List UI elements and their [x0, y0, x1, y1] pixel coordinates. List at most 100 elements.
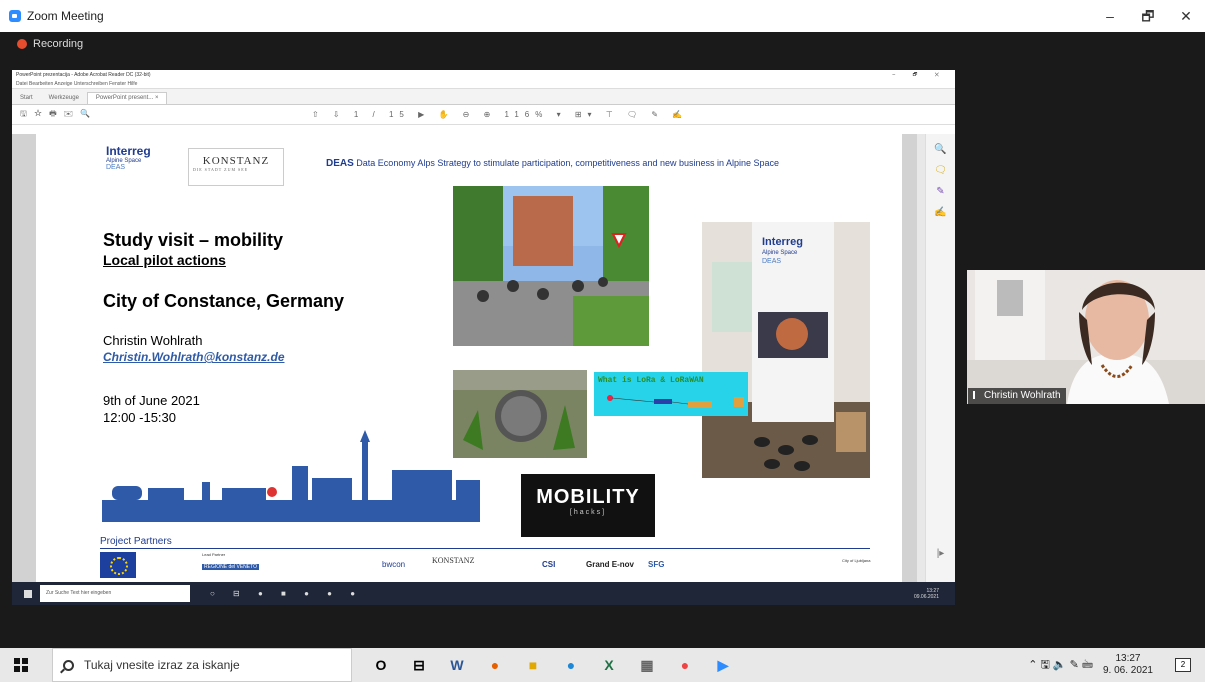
excel-icon[interactable]: X — [590, 648, 628, 682]
tab-start: Start — [20, 95, 33, 101]
shared-clock: 13:27 09.06.2021 — [914, 588, 939, 600]
acrobat-toolbar-nav: ⇧ ⇩ 1 / 15 ▶ ✋ ⊖ ⊕ 116% ▾ ⊞▾ ⊤ 🗨 ✎ ✍ — [312, 110, 689, 119]
mobility-sub-text: [hacks] — [569, 509, 607, 516]
deas-small-text: DEAS — [106, 164, 126, 171]
zoom-app-icon[interactable]: ▶ — [704, 648, 742, 682]
banner-deas: DEAS — [762, 258, 782, 265]
sign-tool-icon: ✍ — [934, 207, 947, 218]
partner-logo-ljubljana: City of Ljubljana — [842, 558, 871, 563]
city-skyline-illustration — [102, 430, 480, 522]
zoom-title-bar: Zoom Meeting – 🗗 ✕ — [0, 0, 1205, 32]
windows-taskbar: Tukaj vnesite izraz za iskanje O ⊟ W ● ■… — [0, 648, 1205, 682]
presentation-slide: Interreg Alpine Space DEAS KONSTANZ DIE … — [36, 134, 902, 582]
document-area: Interreg Alpine Space DEAS KONSTANZ DIE … — [12, 134, 955, 582]
partner-logo-csi: CSI — [542, 560, 556, 569]
notification-center-icon[interactable]: 2 — [1175, 658, 1191, 672]
edit-tool-icon: ✎ — [936, 186, 945, 197]
system-tray: ⌃ 🖫 🔈 ✎ 🖮 13:27 9. 06. 2021 — [1028, 648, 1153, 682]
taskbar-time: 13:27 — [1115, 653, 1141, 664]
presenter-name: Christin Wohlrath — [103, 333, 203, 348]
close-button[interactable]: ✕ — [1167, 0, 1205, 32]
recording-indicator[interactable]: Recording — [0, 32, 1205, 56]
partner-logo-grand-enov: Grand E-nov — [586, 560, 635, 569]
slide-title: Study visit – mobility — [103, 230, 284, 250]
event-date: 9th of June 2021 — [103, 393, 200, 408]
signal-bars-icon — [973, 391, 981, 399]
task-view-icon[interactable]: ⊟ — [400, 648, 438, 682]
partner-logo-veneto: REGIONE del VENETO — [202, 564, 259, 570]
document-scrollbar[interactable] — [917, 134, 925, 582]
acrobat-window-controls: – 🗗 ✕ — [892, 72, 947, 78]
shared-windows-icon — [23, 588, 33, 599]
minimize-button[interactable]: – — [1091, 0, 1129, 32]
acrobat-title-bar: PowerPoint prezentacija - Adobe Acrobat … — [12, 70, 955, 80]
lead-partner-label: Lead Partner — [202, 552, 226, 557]
acrobat-menu-bar: Datei Bearbeiten Anzeige Unterschreiben … — [12, 80, 955, 89]
lora-diagram: What is LoRa & LoRaWAN — [594, 372, 748, 416]
presenter-email: Christin.Wohlrath@konstanz.de — [103, 350, 285, 364]
shared-date: 09.06.2021 — [913, 593, 939, 600]
cortana-icon[interactable]: O — [362, 648, 400, 682]
deas-header: DEAS Data Economy Alps Strategy to stimu… — [326, 158, 779, 169]
participant-name-tag: Christin Wohlrath — [968, 388, 1066, 404]
cyclists-photo — [453, 186, 649, 346]
expand-panel-icon: |▸ — [936, 548, 945, 559]
shared-taskbar: Zur Suche Text hier eingeben ○ ⊟ ● ■ ● ●… — [12, 582, 955, 605]
participant-video[interactable] — [967, 270, 1205, 404]
chrome-icon[interactable]: ● — [666, 648, 704, 682]
zoom-logo-icon — [9, 10, 21, 22]
partner-logo-konstanz: KONSTANZ — [432, 556, 475, 565]
edge-icon[interactable]: ● — [552, 648, 590, 682]
taskbar-date: 9. 06. 2021 — [1102, 665, 1153, 676]
participant-name: Christin Wohlrath — [984, 390, 1061, 401]
exhibition-photo: Interreg Alpine Space DEAS — [702, 222, 870, 478]
taskbar-apps: O ⊟ W ● ■ ● X ▦ ● ▶ — [362, 648, 742, 682]
file-explorer-icon[interactable]: ■ — [514, 648, 552, 682]
konstanz-logo: KONSTANZ DIE STADT ZUM SEE — [188, 148, 284, 186]
partner-logo-sfg: SFG — [648, 560, 665, 569]
acrobat-toolbar-left: 🖫☆🖶✉🔍 — [20, 108, 97, 118]
konstanz-text: KONSTANZ — [202, 155, 270, 167]
slide-subtitle: Local pilot actions — [103, 252, 226, 268]
banner-alpine: Alpine Space — [762, 250, 798, 256]
tray-icons[interactable]: ⌃ 🖫 🔈 ✎ 🖮 — [1028, 656, 1093, 675]
shared-taskbar-apps: ○ ⊟ ● ■ ● ● ● — [210, 589, 364, 598]
mobility-main-text: MOBILITY — [536, 486, 640, 508]
windows-start-icon[interactable] — [14, 658, 28, 672]
taskbar-clock[interactable]: 13:27 9. 06. 2021 — [1103, 653, 1153, 677]
taskbar-search[interactable]: Tukaj vnesite izraz za iskanje — [52, 648, 352, 682]
mobility-hacks-logo: MOBILITY [hacks] — [521, 474, 655, 537]
firefox-icon[interactable]: ● — [476, 648, 514, 682]
interreg-logo: Interreg Alpine Space DEAS — [106, 144, 186, 184]
event-time: 12:00 -15:30 — [103, 410, 177, 425]
deas-description: Data Economy Alps Strategy to stimulate … — [353, 158, 780, 168]
zoom-tool-icon: 🔍 — [934, 144, 947, 155]
slide-city: City of Constance, Germany — [103, 291, 345, 311]
shared-screen: PowerPoint prezentacija - Adobe Acrobat … — [12, 70, 955, 605]
acrobat-toolbar: 🖫☆🖶✉🔍 ⇧ ⇩ 1 / 15 ▶ ✋ ⊖ ⊕ 116% ▾ ⊞▾ ⊤ 🗨 ✎… — [12, 105, 955, 125]
recording-label: Recording — [33, 38, 84, 50]
interreg-text: Interreg — [106, 144, 151, 158]
partner-logos: Lead Partner REGIONE del VENETO bwcon KO… — [202, 552, 882, 580]
acrobat-title: PowerPoint prezentacija - Adobe Acrobat … — [16, 72, 151, 78]
acrobat-right-sidebar: 🔍 🗨 ✎ ✍ |▸ — [925, 134, 955, 582]
eu-flag-icon — [100, 552, 136, 578]
deas-bold: DEAS — [326, 158, 354, 169]
project-partners-label: Project Partners — [100, 536, 172, 547]
restore-button[interactable]: 🗗 — [1129, 0, 1167, 32]
photos-icon[interactable]: ▦ — [628, 648, 666, 682]
tab-document: PowerPoint present... × — [86, 92, 168, 104]
acrobat-tabs: Start Werkzeuge PowerPoint present... × — [12, 89, 955, 105]
comment-tool-icon: 🗨 — [934, 165, 947, 176]
banner-interreg: Interreg — [762, 236, 803, 248]
tab-werkzeuge: Werkzeuge — [48, 95, 79, 101]
konstanz-sub-text: DIE STADT ZUM SEE — [193, 167, 249, 172]
word-icon[interactable]: W — [438, 648, 476, 682]
taskbar-search-placeholder: Tukaj vnesite izraz za iskanje — [84, 658, 240, 672]
partners-divider — [100, 548, 870, 549]
search-icon — [63, 659, 74, 671]
shared-search-box: Zur Suche Text hier eingeben — [40, 585, 190, 602]
recording-dot-icon — [17, 39, 27, 49]
partner-logo-bwcon: bwcon — [382, 560, 406, 569]
window-title: Zoom Meeting — [27, 9, 104, 23]
